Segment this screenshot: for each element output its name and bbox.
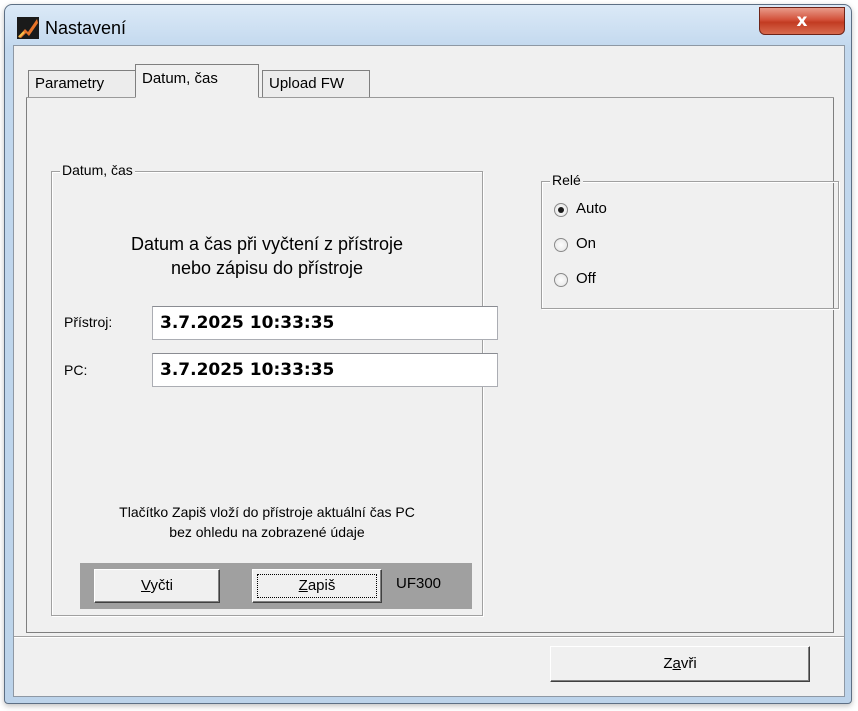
close-button-label-end: vři <box>680 655 697 672</box>
relay-option-label: Off <box>576 270 596 287</box>
device-time-label: Přístroj: <box>64 314 113 330</box>
info-line-1: Datum a čas při vyčtení z přístroje <box>130 234 404 254</box>
close-button-label-start: Z <box>663 655 673 672</box>
title-bar[interactable]: Nastavení x <box>5 5 851 45</box>
device-model-label: UF300 <box>396 575 442 592</box>
read-button-label: yčti <box>150 577 173 594</box>
radio-unselected-icon[interactable] <box>554 238 568 252</box>
radio-selected-icon[interactable] <box>554 203 568 217</box>
relay-groupbox: Relé Auto On Off <box>541 172 839 309</box>
tab-parametry[interactable]: Parametry <box>28 70 136 97</box>
write-button[interactable]: Zapiš <box>252 569 382 603</box>
write-note-text: Tlačítko Zapiš vloží do přístroje aktuál… <box>52 502 482 542</box>
footer-divider <box>14 636 844 638</box>
settings-window: Nastavení x Parametry Datum, čas Upload … <box>4 4 852 704</box>
pc-time-label: PC: <box>64 362 88 378</box>
close-button[interactable]: x <box>759 7 845 35</box>
info-line-2: nebo zápisu do přístroje <box>170 258 364 278</box>
note-line-2: bez ohledu na zobrazené údaje <box>169 524 365 540</box>
tab-panel-datum-cas: Datum, čas Datum a čas při vyčtení z pří… <box>26 97 839 633</box>
datetime-info-text: Datum a čas při vyčtení z přístroje nebo… <box>52 232 482 280</box>
relay-option-label: Auto <box>576 200 607 217</box>
close-dialog-button[interactable]: Zavři <box>550 646 810 682</box>
tab-datum-cas[interactable]: Datum, čas <box>135 64 259 98</box>
read-button[interactable]: Vyčti <box>94 569 220 603</box>
datetime-groupbox: Datum, čas Datum a čas při vyčtení z pří… <box>51 162 498 616</box>
relay-option-label: On <box>576 235 597 252</box>
tab-upload-fw[interactable]: Upload FW <box>262 70 370 97</box>
note-line-1: Tlačítko Zapiš vloží do přístroje aktuál… <box>119 504 415 520</box>
button-strip: Vyčti Zapiš UF300 <box>80 563 472 609</box>
focus-rectangle <box>257 574 377 598</box>
close-button-mnemonic: a <box>672 655 681 672</box>
radio-unselected-icon[interactable] <box>554 273 568 287</box>
pc-time-field[interactable]: 3.7.2025 10:33:35 <box>152 353 498 387</box>
device-time-field[interactable]: 3.7.2025 10:33:35 <box>152 306 498 340</box>
dialog-client-area: Parametry Datum, čas Upload FW Datum, ča… <box>13 45 845 697</box>
window-title: Nastavení <box>45 18 127 38</box>
app-logo-icon <box>17 17 39 39</box>
datetime-group-title: Datum, čas <box>60 162 135 178</box>
relay-group-title: Relé <box>550 172 583 188</box>
